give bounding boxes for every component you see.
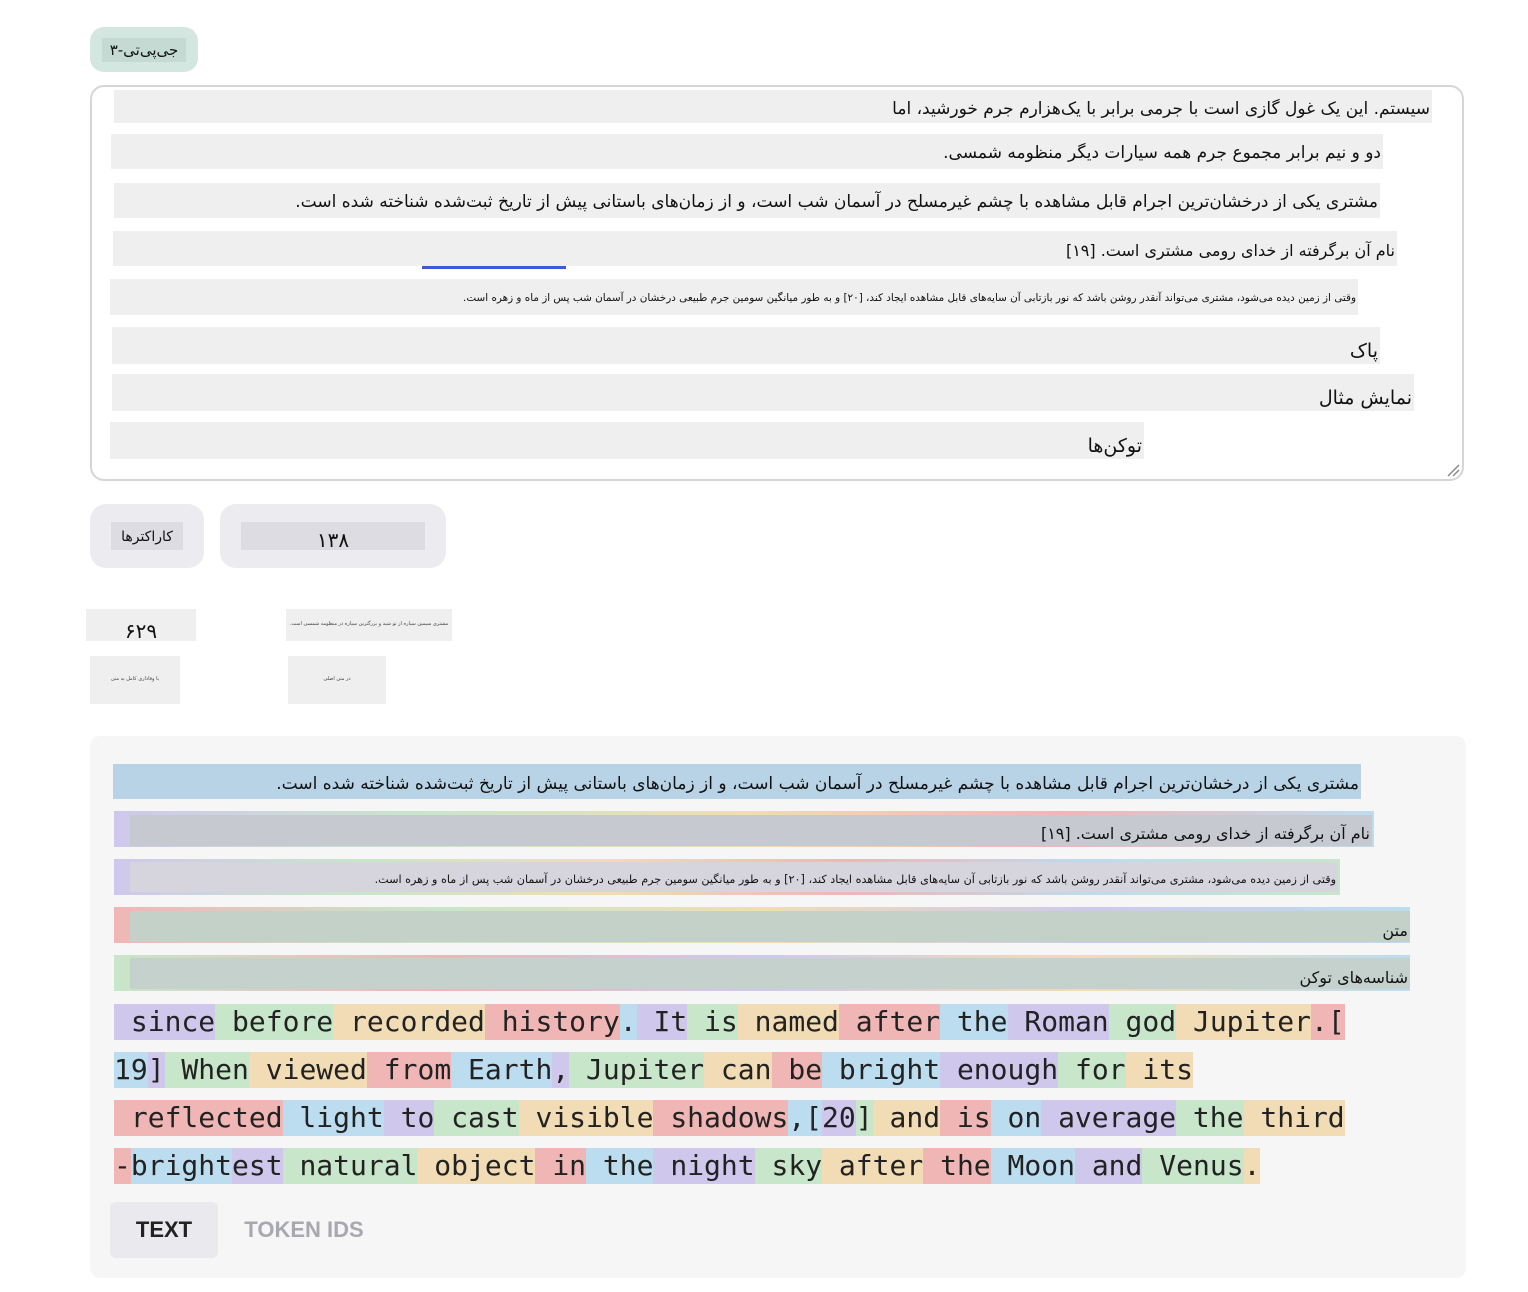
- token: recorded: [333, 1004, 485, 1040]
- characters-label: کاراکترها: [111, 522, 183, 550]
- note-text: مشتری سیمین سیاره از تو شید و بزرگترین س…: [289, 621, 449, 627]
- resize-handle-icon[interactable]: [1444, 461, 1460, 477]
- token: reflected: [114, 1100, 283, 1136]
- token: ]: [855, 1100, 873, 1136]
- token: Jupiter: [569, 1052, 705, 1088]
- token: is: [687, 1004, 738, 1040]
- token: Earth: [451, 1052, 553, 1088]
- token: history: [484, 1004, 620, 1040]
- output-overlay-line: مشتری یکی از درخشان‌ترین اجرام قابل مشاه…: [113, 764, 1361, 799]
- tab-token-ids[interactable]: TOKEN IDS: [232, 1202, 376, 1258]
- token: average: [1041, 1100, 1177, 1136]
- token: in: [535, 1148, 587, 1184]
- token: third: [1243, 1100, 1345, 1136]
- token: Venus: [1142, 1148, 1244, 1184]
- token: after: [838, 1004, 941, 1040]
- model-selector[interactable]: جی‌پی‌تی-۳: [90, 27, 198, 72]
- token-row: reflected light to cast visible shadows,…: [114, 1100, 1345, 1136]
- note-block: در متن اصلی: [288, 656, 386, 704]
- tokens-label: توکن‌ها: [110, 422, 1144, 459]
- token: natural: [282, 1148, 418, 1184]
- token: 19: [114, 1052, 148, 1088]
- token: light: [282, 1100, 384, 1136]
- token: Roman: [1007, 1004, 1109, 1040]
- token: the: [923, 1148, 991, 1184]
- token: to: [383, 1100, 435, 1136]
- token: .: [1243, 1148, 1261, 1184]
- tokens-value: ۱۳۸: [241, 522, 425, 552]
- token: .: [619, 1004, 637, 1040]
- token: since: [114, 1004, 216, 1040]
- token: sky: [754, 1148, 823, 1184]
- token: its: [1125, 1052, 1193, 1088]
- token: the: [1176, 1100, 1244, 1136]
- token: from: [366, 1052, 452, 1088]
- tab-text-label: TEXT: [135, 1217, 193, 1242]
- token: on: [990, 1100, 1042, 1136]
- output-overlay-line: متن: [130, 911, 1410, 942]
- characters-value-box: ۶۲۹: [86, 609, 196, 641]
- token: visible: [518, 1100, 654, 1136]
- output-overlay-line: وقتی از زمین دیده می‌شود، مشتری می‌تواند…: [130, 862, 1338, 892]
- token: night: [653, 1148, 755, 1184]
- token: ]: [147, 1052, 165, 1088]
- token: god: [1108, 1004, 1177, 1040]
- token: be: [771, 1052, 823, 1088]
- note-block: مشتری سیمین سیاره از تو شید و بزرگترین س…: [286, 609, 452, 641]
- token: is: [940, 1100, 991, 1136]
- token: Moon: [990, 1148, 1075, 1184]
- token: ,: [552, 1052, 570, 1088]
- token: bright: [822, 1052, 941, 1088]
- input-line: مشتری یکی از درخشان‌ترین اجرام قابل مشاه…: [114, 183, 1380, 218]
- text-cursor-selection: [422, 266, 566, 269]
- input-line: نام آن برگرفته از خدای رومی مشتری است. […: [113, 231, 1397, 266]
- token: 20: [822, 1100, 856, 1136]
- token-row: - bright est natural object in the night s…: [114, 1148, 1261, 1184]
- token: before: [215, 1004, 334, 1040]
- token: viewed: [248, 1052, 367, 1088]
- note-text: با وفاداری کامل به متن: [111, 676, 159, 682]
- token: the: [586, 1148, 654, 1184]
- clear-button[interactable]: پاک: [112, 327, 1380, 364]
- token: Jupiter: [1176, 1004, 1311, 1040]
- note-block: با وفاداری کامل به متن: [90, 656, 180, 704]
- model-label: جی‌پی‌تی-۳: [101, 37, 187, 62]
- output-overlay-line: شناسه‌های توکن: [130, 958, 1410, 989]
- output-overlay-line: نام آن برگرفته از خدای رومی مشتری است. […: [130, 815, 1372, 846]
- show-example-button[interactable]: نمایش مثال: [112, 374, 1414, 411]
- note-text: در متن اصلی: [323, 676, 351, 682]
- token: .[: [1310, 1004, 1345, 1040]
- token: the: [940, 1004, 1008, 1040]
- token: can: [704, 1052, 772, 1088]
- token: When: [164, 1052, 249, 1088]
- characters-value: ۶۲۹: [124, 619, 158, 641]
- tab-text[interactable]: TEXT: [110, 1202, 218, 1258]
- token: and: [1074, 1148, 1143, 1184]
- token: bright: [130, 1148, 233, 1184]
- token: for: [1058, 1052, 1126, 1088]
- input-line: دو و نیم برابر مجموع جرم همه سیارات دیگر…: [111, 134, 1383, 169]
- input-line: سیستم. این یک غول گازی است با جرمی برابر…: [114, 90, 1432, 123]
- token: est: [232, 1148, 283, 1184]
- token: ,[: [788, 1100, 823, 1136]
- token: named: [737, 1004, 839, 1040]
- characters-stat: کاراکترها: [90, 504, 204, 568]
- token: It: [636, 1004, 688, 1040]
- input-line: وقتی از زمین دیده می‌شود، مشتری می‌تواند…: [110, 279, 1358, 315]
- token: after: [822, 1148, 924, 1184]
- token: object: [417, 1148, 536, 1184]
- token-row: 19] When viewed from Earth, Jupiter can …: [114, 1052, 1193, 1088]
- token: enough: [940, 1052, 1059, 1088]
- token: -: [114, 1148, 131, 1184]
- token: cast: [434, 1100, 519, 1136]
- tab-token-ids-label: TOKEN IDS: [244, 1217, 364, 1242]
- token: and: [872, 1100, 941, 1136]
- prompt-textarea[interactable]: سیستم. این یک غول گازی است با جرمی برابر…: [90, 85, 1464, 481]
- token: shadows: [653, 1100, 789, 1136]
- token-row: since before recorded history. It is nam…: [114, 1004, 1345, 1040]
- tokens-stat: ۱۳۸: [220, 504, 446, 568]
